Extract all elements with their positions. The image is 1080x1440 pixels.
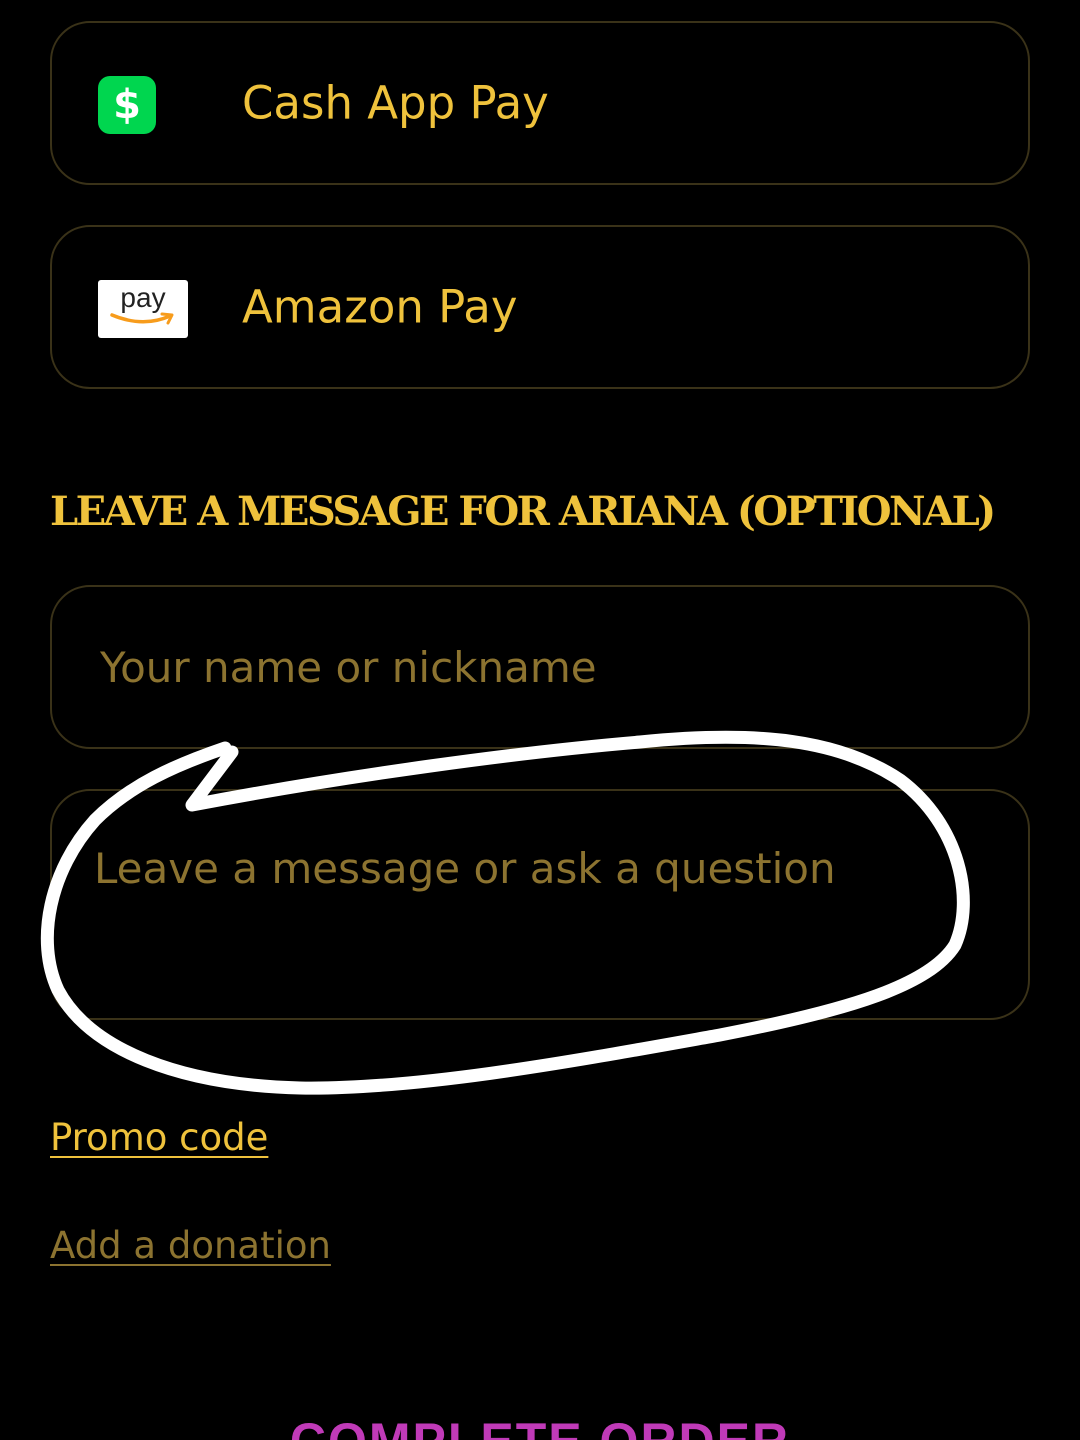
payment-option-label: Cash App Pay [242, 76, 549, 130]
amazon-pay-icon: pay [98, 280, 188, 338]
message-textarea[interactable] [50, 789, 1030, 1020]
payment-option-cash-app-pay[interactable]: $ Cash App Pay [50, 21, 1030, 185]
complete-order-button[interactable]: COMPLETE ORDER [0, 1412, 1080, 1440]
payment-option-label: Amazon Pay [242, 280, 518, 334]
promo-code-link[interactable]: Promo code [50, 1116, 268, 1159]
add-donation-link[interactable]: Add a donation [50, 1224, 331, 1267]
amazon-smile-icon [110, 312, 174, 325]
payment-option-amazon-pay[interactable]: pay Amazon Pay [50, 225, 1030, 389]
message-section-heading: LEAVE A MESSAGE FOR ARIANA (OPTIONAL) [50, 488, 996, 535]
name-input[interactable] [50, 585, 1030, 749]
amazon-pay-icon-text: pay [120, 282, 166, 313]
cash-app-icon: $ [98, 76, 156, 134]
